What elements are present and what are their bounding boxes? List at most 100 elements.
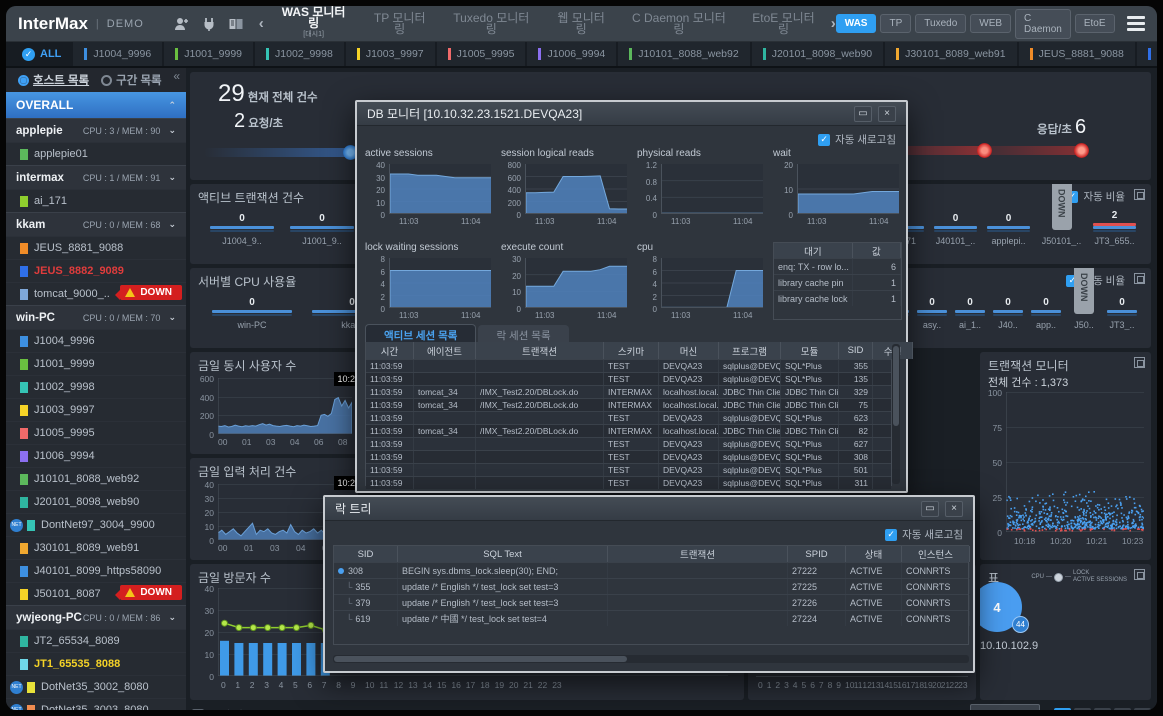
lock-table-hscrollbar[interactable] bbox=[333, 655, 969, 663]
quick-button-WAS[interactable]: WAS bbox=[836, 14, 877, 33]
session-row[interactable]: 11:03:59TESTDEVQA23sqlplus@DEVQ...SQL*Pl… bbox=[366, 411, 891, 424]
quick-button-Tuxedo[interactable]: Tuxedo bbox=[915, 14, 966, 33]
tab-J1003_9997[interactable]: J1003_9997 bbox=[346, 42, 435, 66]
sidebar-group-intermax[interactable]: intermaxCPU : 1 / MEM : 91⌄ bbox=[6, 165, 186, 189]
session-table-scrollbar[interactable] bbox=[892, 344, 900, 484]
sidebar-item-DotNet35_3003_8080[interactable]: NETDotNet35_3003_8080 bbox=[6, 698, 186, 710]
sidebar-item-overall[interactable]: OVERALL⌃ bbox=[6, 92, 186, 118]
sidebar-item-J1003_9997[interactable]: J1003_9997 bbox=[6, 398, 186, 421]
nav-item-TP-모니터링[interactable]: TP 모니터링 bbox=[371, 13, 428, 35]
lock-modal-titlebar[interactable]: 락 트리 ▭ × bbox=[325, 497, 973, 521]
sidebar-item-JEUS_8882_9089[interactable]: JEUS_8882_9089 bbox=[6, 259, 186, 282]
nav-item-Tuxedo-모니터링[interactable]: Tuxedo 모니터링 bbox=[452, 13, 531, 35]
sidebar-item-J1005_9995[interactable]: J1005_9995 bbox=[6, 421, 186, 444]
sidebar-item-JT1_65535_8088[interactable]: JT1_65535_8088 bbox=[6, 652, 186, 675]
sidebar-item-J1002_9998[interactable]: J1002_9998 bbox=[6, 375, 186, 398]
lock-row[interactable]: 308BEGIN sys.dbms_lock.sleep(30); END;27… bbox=[334, 562, 968, 578]
sidebar-item-applepie01[interactable]: applepie01 bbox=[6, 142, 186, 165]
sidebar-item-J1006_9994[interactable]: J1006_9994 bbox=[6, 444, 186, 467]
tab-J1006_9994[interactable]: J1006_9994 bbox=[527, 42, 616, 66]
sidebar-item-J30101_8089_web91[interactable]: J30101_8089_web91 bbox=[6, 536, 186, 559]
page-button-3[interactable]: 3 bbox=[1094, 708, 1111, 711]
dotnet-icon: NET bbox=[10, 704, 23, 711]
quick-button-WEB[interactable]: WEB bbox=[970, 14, 1011, 33]
tab-all[interactable]: ✓ ALL bbox=[10, 42, 73, 66]
nav-item-WAS-모니터링[interactable]: WAS 모니터링[대시1] bbox=[280, 7, 348, 40]
page-button-2[interactable]: 2 bbox=[1074, 708, 1091, 711]
sidebar-item-J1004_9996[interactable]: J1004_9996 bbox=[6, 329, 186, 352]
sidebar-group-win-PC[interactable]: win-PCCPU : 0 / MEM : 70⌄ bbox=[6, 305, 186, 329]
session-row[interactable]: 11:03:59tomcat_34/IMX_Test2.20/DBLock.do… bbox=[366, 424, 891, 437]
lock-row[interactable]: └379update /* English */ test_lock set t… bbox=[334, 594, 968, 610]
tab-J20101_8098_web90[interactable]: J20101_8098_web90 bbox=[752, 42, 883, 66]
wait-table-row[interactable]: library cache lock1 bbox=[774, 290, 901, 306]
nav-item-EtoE-모니터링[interactable]: EtoE 모니터링 bbox=[750, 13, 816, 35]
wait-table-row[interactable]: enq: TX - row lo...6 bbox=[774, 258, 901, 274]
x-tick: 11:04 bbox=[597, 217, 616, 226]
tab-JEUS_8881_9088[interactable]: JEUS_8881_9088 bbox=[1019, 42, 1135, 66]
session-row[interactable]: 11:03:59TESTDEVQA23sqlplus@DEVQ...SQL*Pl… bbox=[366, 359, 891, 372]
tab-J1005_9995[interactable]: J1005_9995 bbox=[437, 42, 526, 66]
x-tick: 01 bbox=[242, 437, 251, 447]
sidebar-item-JEUS_8881_9088[interactable]: JEUS_8881_9088 bbox=[6, 236, 186, 259]
sidebar-item-DotNet35_3002_8080[interactable]: NETDotNet35_3002_8080 bbox=[6, 675, 186, 698]
bar-label: app.. bbox=[1036, 320, 1056, 330]
sidebar-item-J10101_8088_web92[interactable]: J10101_8088_web92 bbox=[6, 467, 186, 490]
close-icon[interactable]: × bbox=[945, 501, 963, 517]
tree-branch-icon: └ bbox=[346, 582, 352, 592]
popout-icon[interactable] bbox=[1134, 569, 1145, 580]
bar-label: J50101_.. bbox=[1042, 236, 1082, 246]
nav-item-label: EtoE 모니터링 bbox=[752, 11, 814, 36]
radio-section-list[interactable]: 구간 목록 bbox=[101, 72, 162, 88]
quick-button-C Daemon[interactable]: C Daemon bbox=[1015, 9, 1071, 39]
sidebar-item-DontNet97_3004_9900[interactable]: NETDontNet97_3004_9900 bbox=[6, 513, 186, 536]
sidebar-item-tomcat_9000_..[interactable]: tomcat_9000_..DOWN bbox=[6, 282, 186, 305]
bar-value: 0 bbox=[929, 297, 935, 308]
nav-collapse-left-icon[interactable]: ‹ bbox=[259, 15, 264, 32]
tab-J1004_9996[interactable]: J1004_9996 bbox=[73, 42, 162, 66]
sidebar-item-ai_171[interactable]: ai_171 bbox=[6, 189, 186, 212]
wait-table-row[interactable]: library cache pin1 bbox=[774, 274, 901, 290]
minimize-icon[interactable]: ▭ bbox=[921, 501, 939, 517]
page-button-5[interactable]: 5 bbox=[1134, 708, 1151, 711]
session-row[interactable]: 11:03:59TESTDEVQA23sqlplus@DEVQ...SQL*Pl… bbox=[366, 463, 891, 476]
session-row[interactable]: 11:03:59TESTDEVQA23sqlplus@DEVQ...SQL*Pl… bbox=[366, 476, 891, 489]
sidebar-item-J50101_8087[interactable]: J50101_8087DOWN bbox=[6, 582, 186, 605]
sidebar-group-applepie[interactable]: applepieCPU : 3 / MEM : 90⌄ bbox=[6, 118, 186, 142]
sidebar-item-J40101_8099_https58090[interactable]: J40101_8099_https58090 bbox=[6, 559, 186, 582]
lock-row[interactable]: └619update /* 中國 */ test_lock set test=4… bbox=[334, 610, 968, 626]
tab-J1001_9999[interactable]: J1001_9999 bbox=[164, 42, 253, 66]
sidebar-collapse-icon[interactable]: « bbox=[173, 69, 180, 83]
check-circle-icon: ✓ bbox=[22, 48, 35, 61]
session-row[interactable]: 11:03:59TESTDEVQA23sqlplus@DEVQ...SQL*Pl… bbox=[366, 450, 891, 463]
plug-icon[interactable] bbox=[201, 16, 217, 32]
sidebar-group-kkam[interactable]: kkamCPU : 0 / MEM : 68⌄ bbox=[6, 212, 186, 236]
default-screen-button[interactable]: 기본화면 bbox=[970, 704, 1040, 710]
nav-item-웹-모니터링[interactable]: 웹 모니터링 bbox=[555, 13, 608, 35]
lock-row[interactable]: └355update /* English */ test_lock set t… bbox=[334, 578, 968, 594]
sidebar-item-J1001_9999[interactable]: J1001_9999 bbox=[6, 352, 186, 375]
tab-J30101_8089_web91[interactable]: J30101_8089_web91 bbox=[885, 42, 1016, 66]
nav-item-C-Daemon-모니터링[interactable]: C Daemon 모니터링 bbox=[632, 13, 727, 35]
sidebar-item-J20101_8098_web90[interactable]: J20101_8098_web90 bbox=[6, 490, 186, 513]
tab-J1002_9998[interactable]: J1002_9998 bbox=[255, 42, 344, 66]
quick-button-TP[interactable]: TP bbox=[880, 14, 911, 33]
menu-icon[interactable] bbox=[1127, 16, 1145, 31]
page-button-4[interactable]: 4 bbox=[1114, 708, 1131, 711]
session-row[interactable]: 11:03:59TESTDEVQA23sqlplus@DEVQ...SQL*Pl… bbox=[366, 372, 891, 385]
tab-J10101_8088_web92[interactable]: J10101_8088_web92 bbox=[618, 42, 749, 66]
mini-chart-title: physical reads bbox=[637, 148, 767, 159]
page-button-1[interactable]: 1 bbox=[1054, 708, 1071, 711]
session-row[interactable]: 11:03:59tomcat_34/IMX_Test2.20/DBLock.do… bbox=[366, 398, 891, 411]
session-row[interactable]: 11:03:59tomcat_34/IMX_Test2.20/DBLock.do… bbox=[366, 385, 891, 398]
screen-lock-control[interactable]: 화면 잠금 bbox=[192, 707, 254, 710]
tab-JEUS_8882_9089[interactable]: JEUS_8882_9089 bbox=[1137, 42, 1157, 66]
session-row[interactable]: 11:03:59TESTDEVQA23sqlplus@DEVQ...SQL*Pl… bbox=[366, 437, 891, 450]
book-layout-icon[interactable] bbox=[228, 16, 244, 32]
sidebar-item-JT2_65534_8089[interactable]: JT2_65534_8089 bbox=[6, 629, 186, 652]
radio-host-list[interactable]: 호스트 목록 bbox=[18, 72, 89, 88]
quick-button-EtoE[interactable]: EtoE bbox=[1075, 14, 1115, 33]
user-admin-icon[interactable] bbox=[174, 16, 190, 32]
auto-refresh-checkbox[interactable]: ✓ 자동 새로고침 bbox=[885, 527, 963, 542]
sidebar-group-ywjeong-PC[interactable]: ywjeong-PCCPU : 0 / MEM : 86⌄ bbox=[6, 605, 186, 629]
